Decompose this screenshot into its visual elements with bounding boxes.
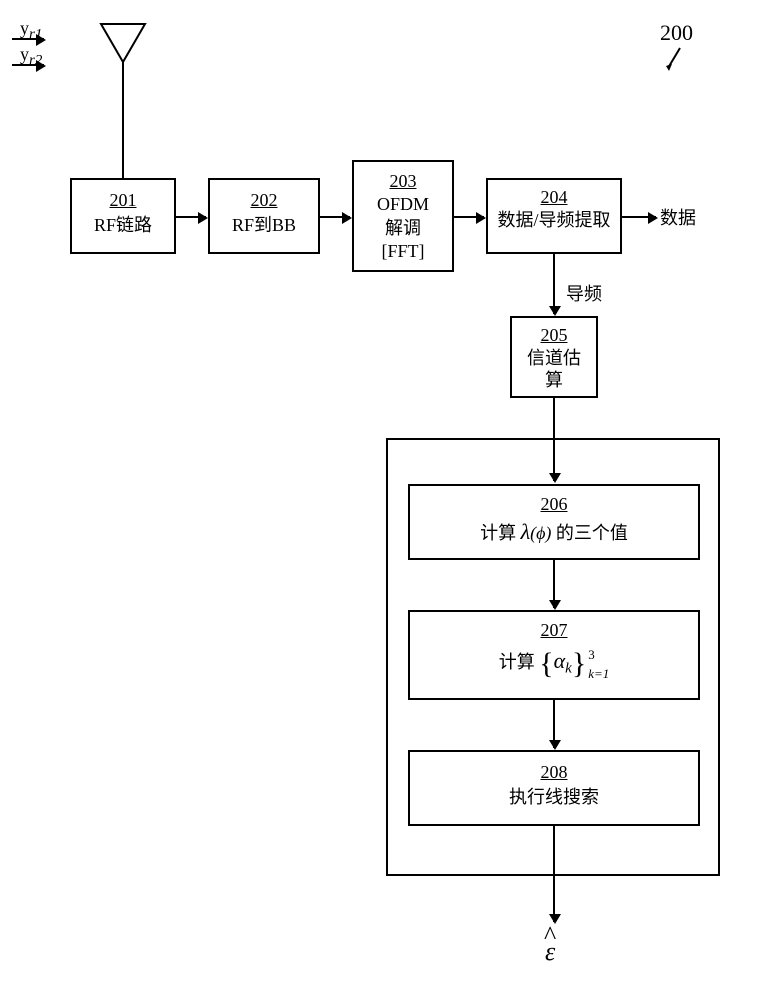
figure-number: 200 (660, 20, 693, 45)
antenna-icon (95, 18, 151, 66)
antenna-stem (122, 60, 124, 178)
block-203-line2: 解调 (385, 218, 421, 238)
block-202-label: RF到BB (232, 215, 296, 235)
right-brace: } (572, 647, 586, 680)
block-203-line1: OFDM (377, 194, 429, 214)
block-201-rf-link: 201 RF链路 (70, 178, 176, 254)
block-205-line2: 算 (545, 370, 563, 390)
block-208-ref: 208 (410, 762, 698, 783)
input-y1: y (20, 18, 29, 38)
lambda-symbol: λ (521, 519, 531, 544)
block-203-line3: [FFT] (381, 241, 424, 261)
epsilon-symbol: ε (544, 944, 556, 960)
sub-k1: k=1 (588, 667, 609, 680)
block-203-ofdm-demod: 203 OFDM 解调 [FFT] (352, 160, 454, 272)
block-207-compute-alpha: 207 计算 {αk} 3 k=1 (408, 610, 700, 700)
alpha-sub: k (565, 661, 572, 677)
block-206-ref: 206 (410, 494, 698, 515)
arrow-icon (553, 700, 555, 748)
block-204-ref: 204 (488, 186, 620, 209)
sup-3: 3 (588, 648, 609, 661)
arrow-icon (553, 826, 555, 922)
block-205-channel-estimate: 205 信道估 算 (510, 316, 598, 398)
arrow-icon (454, 216, 484, 218)
arrow-icon (320, 216, 350, 218)
block-206-prefix: 计算 (480, 523, 516, 543)
block-208-label: 执行线搜索 (509, 787, 599, 807)
arrow-icon (622, 216, 656, 218)
epsilon-hat-output: ^ ε (544, 928, 556, 959)
block-205-ref: 205 (512, 324, 596, 347)
arrow-icon (176, 216, 206, 218)
slash-mark-icon (664, 46, 686, 72)
block-203-ref: 203 (354, 170, 452, 193)
block-207-prefix: 计算 (499, 652, 535, 672)
block-208-line-search: 208 执行线搜索 (408, 750, 700, 826)
block-204-label: 数据/导频提取 (497, 210, 610, 230)
block-201-label: RF链路 (94, 215, 152, 235)
pilot-label: 导频 (566, 280, 602, 306)
figure-reference: 200 (660, 20, 693, 46)
block-206-compute-lambda: 206 计算 λ(ϕ) 的三个值 (408, 484, 700, 560)
lambda-arg: (ϕ) (530, 523, 551, 543)
left-brace: { (539, 647, 553, 680)
arrow-icon (12, 38, 44, 40)
block-202-ref: 202 (210, 190, 318, 211)
block-206-suffix: 的三个值 (556, 523, 628, 543)
block-201-ref: 201 (72, 190, 174, 211)
data-output-label: 数据 (660, 204, 696, 230)
block-205-line1: 信道估 (527, 348, 581, 368)
alpha-symbol: α (554, 648, 566, 673)
arrow-icon (553, 254, 555, 314)
input-y2: y (20, 44, 29, 64)
block-202-rf-to-bb: 202 RF到BB (208, 178, 320, 254)
block-207-ref: 207 (410, 620, 698, 641)
block-204-data-pilot-extract: 204 数据/导频提取 (486, 178, 622, 254)
arrow-icon (12, 64, 44, 66)
arrow-icon (553, 560, 555, 608)
